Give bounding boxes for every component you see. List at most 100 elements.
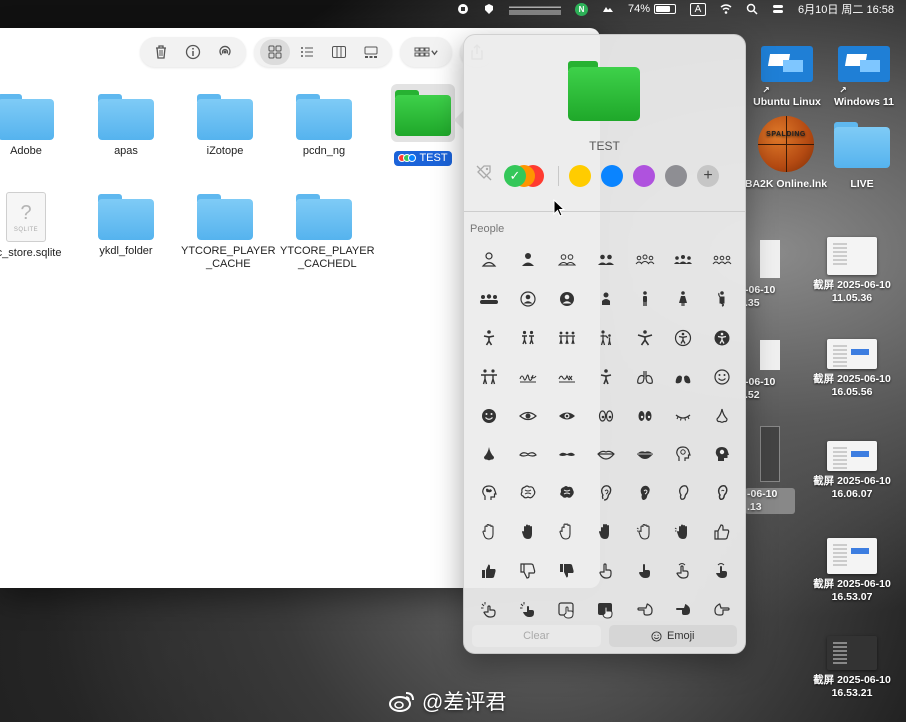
desktop-item-screenshot-5[interactable]: 截屏 2025-06-10 16.53.21 [802,636,902,700]
symbol-group-fill[interactable] [470,280,509,319]
file-item-sqlite[interactable]: ? SQLITE nc_store.sqlite [0,192,74,261]
symbol-head-brain[interactable] [470,474,509,513]
symbol-thumbs-up[interactable] [703,513,742,552]
desktop-item-live[interactable]: LIVE [830,122,894,191]
symbol-brain-fill[interactable] [548,474,587,513]
symbol-ear-hearing[interactable] [703,474,742,513]
symbol-two-people-fill[interactable] [586,241,625,280]
symbol-accessibility-fill[interactable] [703,319,742,358]
symbol-figure-walk[interactable] [586,357,625,396]
emoji-button[interactable]: Emoji [608,625,737,647]
app-status-icon[interactable]: N [574,2,588,16]
list-view-button[interactable] [292,39,322,65]
file-item-adobe[interactable]: Adobe [0,94,74,159]
clear-button[interactable]: Clear [472,625,601,647]
symbol-three-figures[interactable] [548,319,587,358]
symbol-person-circle[interactable] [509,280,548,319]
column-view-button[interactable] [324,39,354,65]
symbol-hand-spread-fill[interactable] [586,513,625,552]
symbol-smiley[interactable] [703,357,742,396]
icon-view-button[interactable] [260,39,290,65]
symbol-eyes[interactable] [586,396,625,435]
desktop-item-screenshot-4[interactable]: 截屏 2025-06-10 16.53.07 [802,538,902,604]
symbol-ear-fill[interactable] [625,474,664,513]
symbol-three-people-fill[interactable] [664,241,703,280]
file-item-apas[interactable]: apas [78,94,174,159]
symbol-two-people-outline[interactable] [548,241,587,280]
add-color-button[interactable]: + [697,164,719,187]
shield-icon[interactable] [483,3,495,15]
wifi-icon[interactable] [720,3,732,15]
trash-button[interactable] [146,39,176,65]
symbol-mouth[interactable] [586,435,625,474]
symbol-two-figures[interactable] [509,319,548,358]
symbol-accessibility[interactable] [664,319,703,358]
desktop-item-partial-1[interactable]: -06-10 .35 [745,240,795,310]
symbol-thumbs-up-fill[interactable] [470,551,509,590]
network-graph-icon[interactable] [508,3,561,15]
file-item-pcdn-ng[interactable]: pcdn_ng [276,94,372,159]
symbol-hand-wave-fill[interactable] [664,513,703,552]
symbol-person-fill[interactable] [509,241,548,280]
symbol-signature-1[interactable] [509,357,548,396]
symbol-mustache[interactable] [509,435,548,474]
info-button[interactable] [178,39,208,65]
symbol-three-people-outline[interactable] [625,241,664,280]
color-blue-button[interactable] [601,164,623,187]
symbol-figure-stand[interactable] [625,280,664,319]
color-gray-button[interactable] [665,164,687,187]
symbol-ear[interactable] [586,474,625,513]
symbol-nose-fill[interactable] [470,435,509,474]
desktop-item-partial-3[interactable]: -06-10 .13 [745,426,795,514]
symbol-hand-wave[interactable] [625,513,664,552]
symbol-three-people-outline-2[interactable] [703,241,742,280]
symbol-figure-dress[interactable] [664,280,703,319]
group-by-button[interactable] [406,39,446,65]
symbol-mouth-fill[interactable] [625,435,664,474]
symbol-figure-arms[interactable] [470,319,509,358]
desktop-item-screenshot-3[interactable]: 截屏 2025-06-10 16.06.07 [802,441,902,501]
symbol-lungs[interactable] [625,357,664,396]
symbol-thumbs-down-fill[interactable] [548,551,587,590]
remove-color-button[interactable] [474,163,494,188]
symbol-brain[interactable] [509,474,548,513]
color-purple-button[interactable] [633,164,655,187]
desktop-item-windows[interactable]: ↗ Windows 11 [828,46,900,109]
symbol-nose[interactable] [703,396,742,435]
symbol-eyes-fill[interactable] [625,396,664,435]
control-center-icon[interactable] [772,3,784,15]
file-item-ytcore-cachedl[interactable]: YTCORE_PLAYER _CACHEDL [276,194,375,272]
symbol-person-bust[interactable] [586,280,625,319]
symbol-mustache-fill[interactable] [548,435,587,474]
desktop-item-screenshot-1[interactable]: 截屏 2025-06-10 11.05.36 [802,237,902,305]
symbol-head-profile-fill[interactable] [703,435,742,474]
cloud-upload-icon[interactable] [602,3,614,15]
symbol-eye-closed[interactable] [664,396,703,435]
symbol-figure-star[interactable] [625,319,664,358]
symbol-hand-tap-fill[interactable] [703,551,742,590]
symbol-signature-2[interactable] [548,357,587,396]
symbol-thumbs-down[interactable] [509,551,548,590]
symbol-eye[interactable] [509,396,548,435]
multi-color-swatch[interactable]: ✓ [504,164,548,187]
symbol-head-profile[interactable] [664,435,703,474]
desktop-item-ubuntu[interactable]: ↗ Ubuntu Linux [750,46,824,109]
desktop-item-partial-2[interactable]: -06-10 .52 [745,340,795,402]
desktop-item-screenshot-2[interactable]: 截屏 2025-06-10 16.05.56 [802,339,902,399]
symbol-smiley-fill[interactable] [470,396,509,435]
symbol-person-outline[interactable] [470,241,509,280]
battery-status[interactable]: 74% [628,3,676,15]
input-method-icon[interactable]: A [690,2,706,16]
stop-icon[interactable] [457,3,469,15]
file-item-ykdl-folder[interactable]: ykdl_folder [78,194,174,259]
symbol-figure-child[interactable] [586,319,625,358]
gallery-view-button[interactable] [356,39,386,65]
symbol-hand-raised[interactable] [470,513,509,552]
symbol-hand-point-up-fill[interactable] [625,551,664,590]
desktop-item-ba2k[interactable]: SPALDING BA2K Online.lnk [744,116,828,191]
file-item-izotope[interactable]: iZotope [177,94,273,159]
symbol-hand-point-up[interactable] [586,551,625,590]
symbol-ear-2[interactable] [664,474,703,513]
search-icon[interactable] [746,3,758,15]
color-yellow-button[interactable] [569,164,591,187]
